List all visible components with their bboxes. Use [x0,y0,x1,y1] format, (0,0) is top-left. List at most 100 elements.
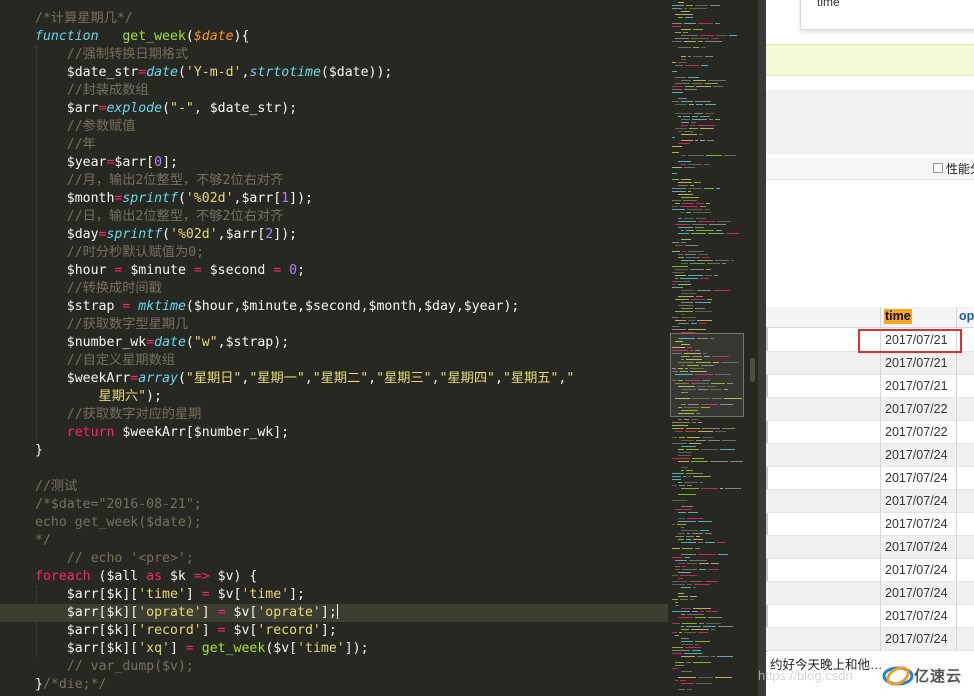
time-cell[interactable]: 2017/07/24 [880,467,956,490]
code-line[interactable]: $year=$arr[0]; [0,154,668,172]
op-cell[interactable] [956,467,974,490]
op-cell[interactable] [956,444,974,467]
code-line[interactable]: //封装成数组 [0,82,668,100]
code-line[interactable]: function get_week($date){ [0,28,668,46]
code-line[interactable]: $number_wk=date("w",$strap); [0,334,668,352]
time-cell[interactable]: 2017/07/24 [880,490,956,513]
code-line[interactable] [0,460,668,478]
minimap-line [696,440,706,441]
op-cell[interactable] [956,352,974,375]
time-cell[interactable]: 2017/07/22 [880,398,956,421]
code-line[interactable]: foreach ($all as $k => $v) { [0,568,668,586]
table-row[interactable]: 2017/07/24 [766,605,974,628]
table-cell[interactable] [766,582,880,605]
code-token: 'oprate' [138,605,202,620]
code-line[interactable]: //月，输出2位整型，不够2位右对齐 [0,172,668,190]
code-line[interactable]: $arr[$k]['oprate'] = $v['oprate']; [0,604,668,622]
table-row[interactable]: 2017/07/24 [766,628,974,651]
code-line[interactable]: $day=sprintf('%02d',$arr[2]); [0,226,668,244]
time-cell[interactable]: 2017/07/24 [880,605,956,628]
op-cell[interactable] [956,398,974,421]
code-line[interactable]: $arr[$k]['time'] = $v['time']; [0,586,668,604]
code-line[interactable]: 星期六"); [0,388,668,406]
editor-scrollbar-thumb[interactable] [750,358,755,382]
minimap-viewport[interactable] [670,333,744,417]
op-cell[interactable] [956,582,974,605]
code-line[interactable]: $arr=explode("-", $date_str); [0,100,668,118]
column-header-op[interactable]: op [956,307,974,328]
code-line[interactable]: $weekArr=array("星期日","星期一","星期二","星期三","… [0,370,668,388]
code-line[interactable]: //获取数字型星期几 [0,316,668,334]
code-line[interactable]: echo get_week($date); [0,514,668,532]
code-line[interactable]: //日，输出2位整型，不够2位右对齐 [0,208,668,226]
code-line[interactable]: //年 [0,136,668,154]
table-row[interactable]: 2017/07/24 [766,559,974,582]
table-row[interactable]: 2017/07/22 [766,398,974,421]
code-line[interactable]: // echo '<pre>'; [0,550,668,568]
code-line[interactable]: //测试 [0,478,668,496]
table-cell[interactable] [766,467,880,490]
minimap-line [681,230,684,231]
code-line[interactable]: */ [0,532,668,550]
op-cell[interactable] [956,628,974,651]
op-cell[interactable] [956,490,974,513]
editor-scrollbar[interactable] [748,0,758,696]
table-cell[interactable] [766,375,880,398]
time-cell[interactable]: 2017/07/21 [880,352,956,375]
table-row[interactable]: 2017/07/24 [766,536,974,559]
time-cell[interactable]: 2017/07/24 [880,559,956,582]
code-line[interactable]: //转换成时间戳 [0,280,668,298]
table-cell[interactable] [766,605,880,628]
code-line[interactable]: //自定义星期数组 [0,352,668,370]
code-line[interactable]: }/*die;*/ [0,676,668,694]
perf-checkbox[interactable] [933,163,943,173]
code-line[interactable]: } [0,442,668,460]
time-cell[interactable]: 2017/07/24 [880,513,956,536]
table-row[interactable]: 2017/07/24 [766,444,974,467]
code-line[interactable]: $date_str=date('Y-m-d',strtotime($date))… [0,64,668,82]
code-line[interactable]: /*$date="2016-08-21"; [0,496,668,514]
op-cell[interactable] [956,559,974,582]
code-line[interactable]: return $weekArr[$number_wk]; [0,424,668,442]
table-cell[interactable] [766,444,880,467]
time-cell[interactable]: 2017/07/22 [880,421,956,444]
table-cell[interactable] [766,628,880,651]
table-cell[interactable] [766,490,880,513]
table-row[interactable]: 2017/07/24 [766,467,974,490]
code-line[interactable]: $strap = mktime($hour,$minute,$second,$m… [0,298,668,316]
column-header-time[interactable]: time [880,307,956,328]
table-row[interactable]: 2017/07/24 [766,582,974,605]
code-line[interactable]: // var_dump($v); [0,658,668,676]
code-line[interactable]: $arr[$k]['record'] = $v['record']; [0,622,668,640]
table-row[interactable]: 2017/07/24 [766,490,974,513]
table-cell[interactable] [766,352,880,375]
code-line[interactable]: /*计算星期几*/ [0,10,668,28]
table-row[interactable]: 2017/07/21 [766,375,974,398]
table-cell[interactable] [766,421,880,444]
time-cell[interactable]: 2017/07/24 [880,536,956,559]
code-line[interactable]: //获取数字对应的星期 [0,406,668,424]
op-cell[interactable] [956,605,974,628]
table-cell[interactable] [766,536,880,559]
code-line[interactable]: //参数赋值 [0,118,668,136]
time-cell[interactable]: 2017/07/24 [880,582,956,605]
code-line[interactable]: $month=sprintf('%02d',$arr[1]); [0,190,668,208]
op-cell[interactable] [956,421,974,444]
code-line[interactable]: //时分秒默认赋值为0; [0,244,668,262]
op-cell[interactable] [956,375,974,398]
table-cell[interactable] [766,559,880,582]
op-cell[interactable] [956,536,974,559]
table-row[interactable]: 2017/07/24 [766,513,974,536]
code-line[interactable]: $hour = $minute = $second = 0; [0,262,668,280]
op-cell[interactable] [956,513,974,536]
time-cell[interactable]: 2017/07/24 [880,628,956,651]
table-cell[interactable] [766,398,880,421]
code-line[interactable]: $arr[$k]['xq'] = get_week($v['time']); [0,640,668,658]
time-cell[interactable]: 2017/07/24 [880,444,956,467]
time-cell[interactable]: 2017/07/21 [880,375,956,398]
table-row[interactable]: 2017/07/21 [766,352,974,375]
code-line[interactable]: //强制转换日期格式 [0,46,668,64]
code-editor[interactable]: /*计算星期几*/function get_week($date){ //强制转… [0,0,668,696]
table-row[interactable]: 2017/07/22 [766,421,974,444]
table-cell[interactable] [766,513,880,536]
